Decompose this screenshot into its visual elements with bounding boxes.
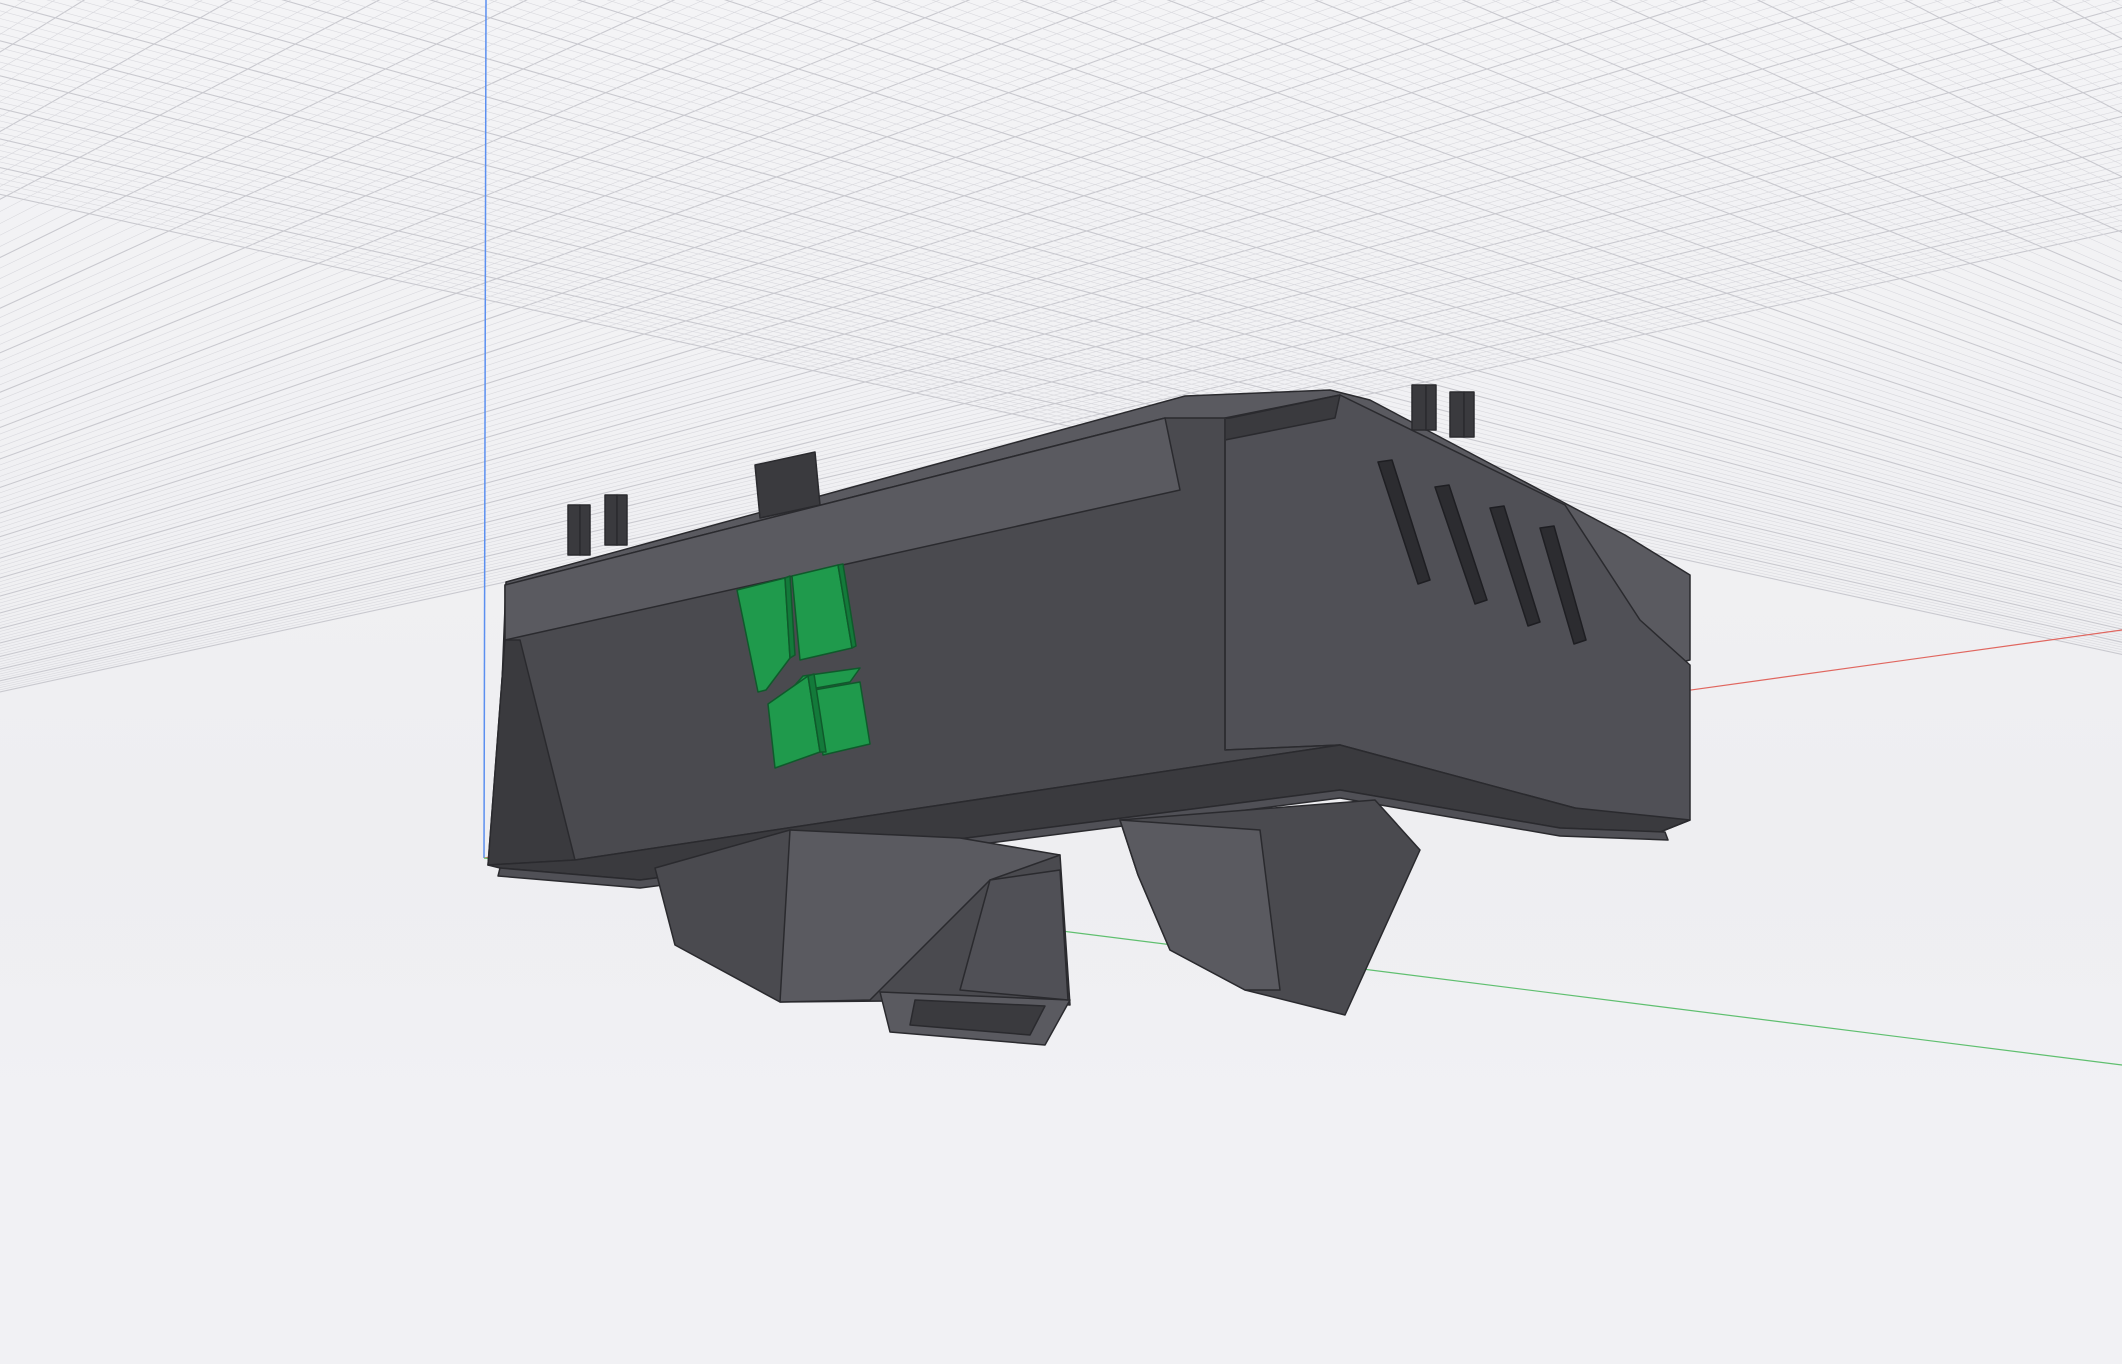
z-axis-line — [483, 0, 487, 859]
scene-canvas[interactable] — [0, 0, 2122, 1364]
grid-line — [2111, 0, 2122, 7]
grid-line — [1976, 0, 2122, 1040]
grid-line — [1710, 0, 2122, 1040]
grid-line — [0, 0, 418, 1040]
cad-3d-viewport[interactable] — [0, 0, 2122, 1364]
grid-line — [0, 0, 228, 1040]
grid-line — [1938, 0, 2122, 1040]
grid-line — [0, 0, 190, 1040]
